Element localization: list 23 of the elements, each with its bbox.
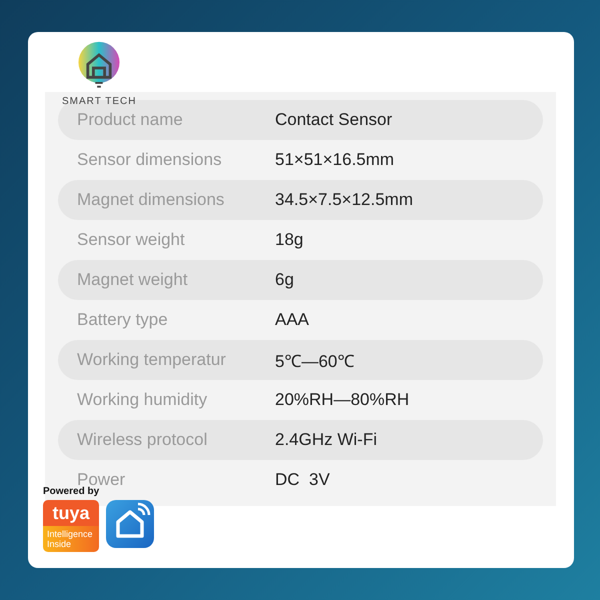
spec-label: Sensor weight xyxy=(77,230,186,250)
logo-text: SMART TECH xyxy=(62,96,136,107)
spec-value: 2.4GHz Wi-Fi xyxy=(275,430,377,450)
spec-value: 5℃—60℃ xyxy=(275,350,354,372)
spec-label: Working temperatur xyxy=(77,350,227,370)
spec-label: Wireless protocol xyxy=(77,430,208,450)
spec-value: Contact Sensor xyxy=(275,110,392,130)
powered-by-text: Powered by xyxy=(43,486,100,497)
spec-value: DC 3V xyxy=(275,470,330,490)
spec-value: 34.5×7.5×12.5mm xyxy=(275,190,413,210)
brand-tagline: Intelligence Inside xyxy=(43,526,99,552)
spec-value: 20%RH—80%RH xyxy=(275,390,410,410)
spec-value: AAA xyxy=(275,310,310,330)
spec-value: 51×51×16.5mm xyxy=(275,150,394,170)
spec-label: Sensor dimensions xyxy=(77,150,223,170)
spec-label: Product name xyxy=(77,110,184,130)
spec-value: 6g xyxy=(275,270,294,290)
spec-label: Battery type xyxy=(77,310,169,330)
spec-label: Magnet weight xyxy=(77,270,189,290)
spec-label: Working humidity xyxy=(77,390,208,410)
brand-name: tuya xyxy=(43,500,99,526)
spec-label: Magnet dimensions xyxy=(77,190,226,210)
spec-value: 18g xyxy=(275,230,304,250)
